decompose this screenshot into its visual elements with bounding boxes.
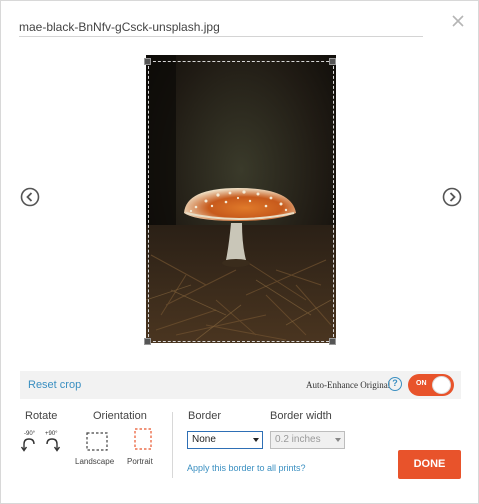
border-width-label: Border width <box>270 410 332 422</box>
border-width-select[interactable]: 0.2 inches <box>270 431 345 449</box>
portrait-label[interactable]: Portrait <box>127 457 153 466</box>
done-button[interactable]: DONE <box>398 450 461 479</box>
border-label: Border <box>188 410 222 422</box>
landscape-icon[interactable] <box>86 431 108 453</box>
border-select-value: None <box>192 434 216 445</box>
chevron-down-icon <box>335 438 341 442</box>
reset-crop-link[interactable]: Reset crop <box>28 379 81 391</box>
crop-handle-bottom-left[interactable] <box>144 338 151 345</box>
section-divider <box>172 412 173 478</box>
rotate-label: Rotate <box>25 410 58 422</box>
chevron-right-circle-icon[interactable] <box>442 187 462 207</box>
photo-preview[interactable] <box>146 55 336 343</box>
portrait-icon[interactable] <box>132 428 154 450</box>
rotate-right-icon[interactable] <box>43 435 61 453</box>
crop-handle-top-left[interactable] <box>144 58 151 65</box>
border-select[interactable]: None <box>187 431 263 449</box>
rotate-left-icon[interactable] <box>20 435 38 453</box>
chevron-down-icon <box>253 438 259 442</box>
help-icon[interactable]: ? <box>388 377 402 391</box>
apply-border-all-link[interactable]: Apply this border to all prints? <box>187 463 306 473</box>
auto-enhance-toggle[interactable]: ON <box>408 374 454 396</box>
border-width-select-value: 0.2 inches <box>275 434 321 445</box>
orientation-label: Orientation <box>93 410 147 422</box>
filename-field: mae-black-BnNfv-gCsck-unsplash.jpg <box>19 21 423 37</box>
edit-toolbar: Reset crop Auto-Enhance Original ? ON <box>20 371 461 399</box>
landscape-label[interactable]: Landscape <box>75 457 114 466</box>
chevron-left-circle-icon[interactable] <box>20 187 40 207</box>
crop-handle-bottom-right[interactable] <box>329 338 336 345</box>
toggle-on-label: ON <box>416 380 427 387</box>
toggle-knob <box>432 376 451 394</box>
photo-editor-dialog: mae-black-BnNfv-gCsck-unsplash.jpg Reset… <box>0 0 479 504</box>
crop-handle-top-right[interactable] <box>329 58 336 65</box>
close-icon[interactable] <box>450 13 466 29</box>
auto-enhance-label: Auto-Enhance Original <box>306 380 391 390</box>
